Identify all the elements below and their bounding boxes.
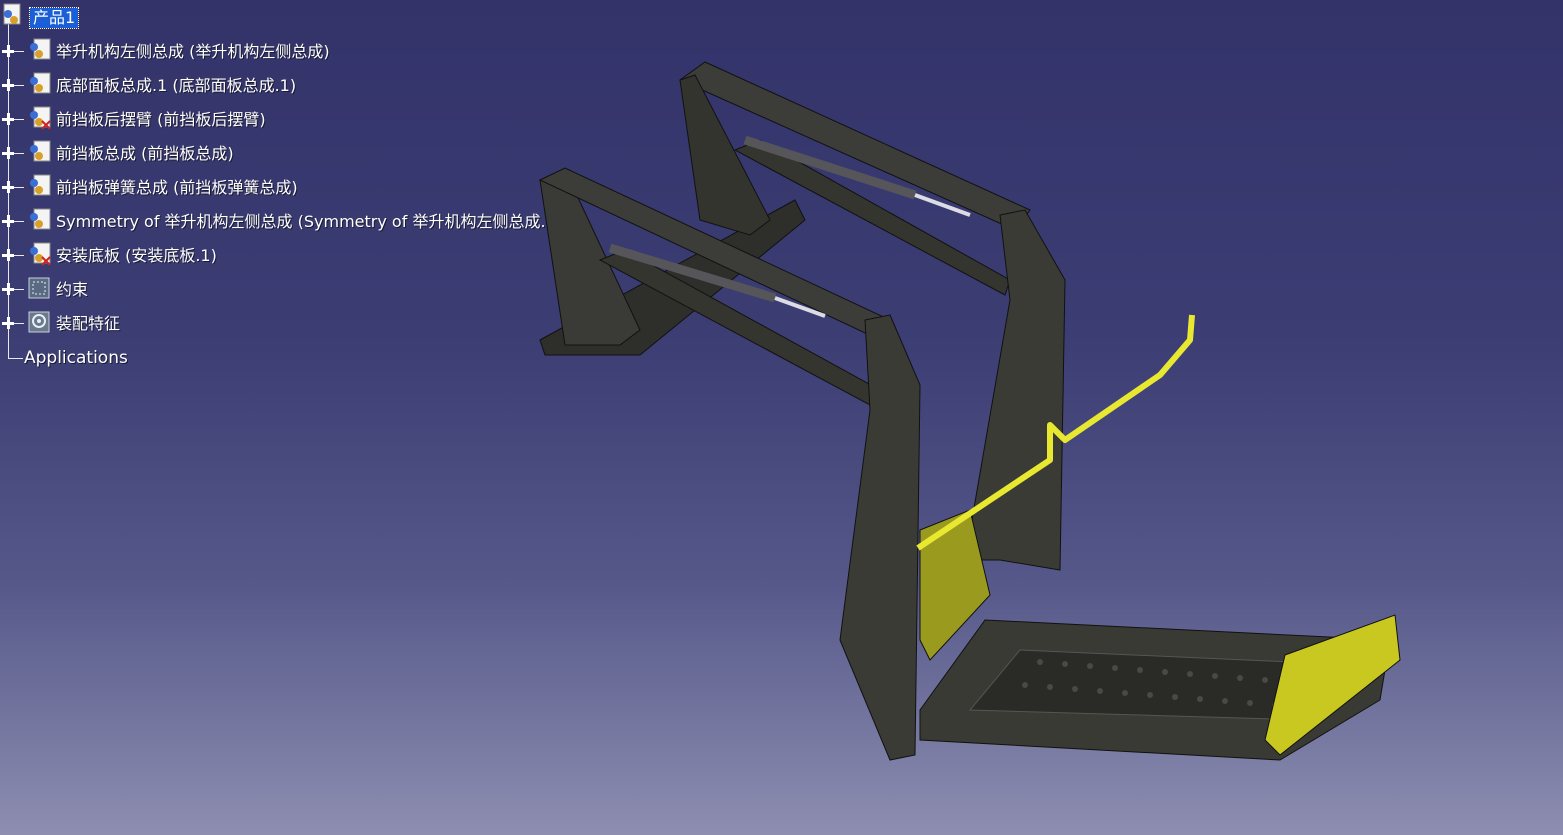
tree-node-label: Symmetry of 举升机构左侧总成 (Symmetry of 举升机构左侧… [56,212,562,231]
tree-branch [8,340,23,359]
assembly-icon [30,208,51,230]
part-icon [30,106,51,130]
tree-node-assembly-features[interactable]: 装配特征 [0,311,140,338]
tree-node-label: 前挡板后摆臂 (前挡板后摆臂) [56,110,266,129]
expand-plus-icon[interactable] [2,79,14,91]
tree-branch [14,221,24,222]
constraints-icon [28,277,50,299]
tree-node-mount-plate[interactable]: 安装底板 (安装底板.1) [0,242,250,270]
tree-node-label: 安装底板 (安装底板.1) [56,246,217,265]
expand-plus-icon[interactable] [2,147,14,159]
tree-root-label[interactable]: 产品1 [28,7,80,29]
expand-plus-icon[interactable] [2,45,14,57]
assembly-icon [30,140,51,162]
assembly-icon [30,72,51,94]
expand-plus-icon[interactable] [2,215,14,227]
assembly-features-icon [28,311,50,333]
tree-root-node[interactable]: 产品1 [0,2,100,29]
tree-branch [14,85,24,86]
tree-node-front-rear-arm[interactable]: 前挡板后摆臂 (前挡板后摆臂) [0,106,310,134]
product-icon [3,3,21,25]
tree-branch [14,255,24,256]
3d-model-viewport[interactable] [520,40,1420,780]
tree-node-label: 举升机构左侧总成 (举升机构左侧总成) [56,42,330,61]
tree-branch [14,119,24,120]
tree-branch [14,51,24,52]
tree-node-front-spring[interactable]: 前挡板弹簧总成 (前挡板弹簧总成) [0,174,330,202]
expand-plus-icon[interactable] [2,113,14,125]
expand-plus-icon[interactable] [2,283,14,295]
expand-plus-icon[interactable] [2,317,14,329]
tree-branch [14,187,24,188]
tree-branch [14,323,24,324]
assembly-icon [30,38,51,60]
tree-node-constraints[interactable]: 约束 [0,277,120,304]
tree-node-lift-left[interactable]: 举升机构左侧总成 (举升机构左侧总成) [0,38,360,66]
tree-branch [14,153,24,154]
tree-node-label: 装配特征 [56,314,121,333]
assembly-icon [30,174,51,196]
tree-branch [14,289,24,290]
tree-node-label: 前挡板弹簧总成 (前挡板弹簧总成) [56,178,298,197]
tree-node-label: 约束 [56,280,89,299]
expand-plus-icon[interactable] [2,249,14,261]
tree-node-front-plate[interactable]: 前挡板总成 (前挡板总成) [0,140,300,168]
tree-node-applications[interactable]: Applications [24,348,128,368]
expand-plus-icon[interactable] [2,181,14,193]
tree-node-bottom-panel[interactable]: 底部面板总成.1 (底部面板总成.1) [0,72,330,100]
tree-node-label: 前挡板总成 (前挡板总成) [56,144,234,163]
part-icon [30,242,51,266]
wheelchair-lift-model[interactable] [538,61,1401,761]
tree-node-symmetry[interactable]: Symmetry of 举升机构左侧总成 (Symmetry of 举升机构左侧… [0,208,600,236]
tree-node-label: 底部面板总成.1 (底部面板总成.1) [56,76,297,95]
